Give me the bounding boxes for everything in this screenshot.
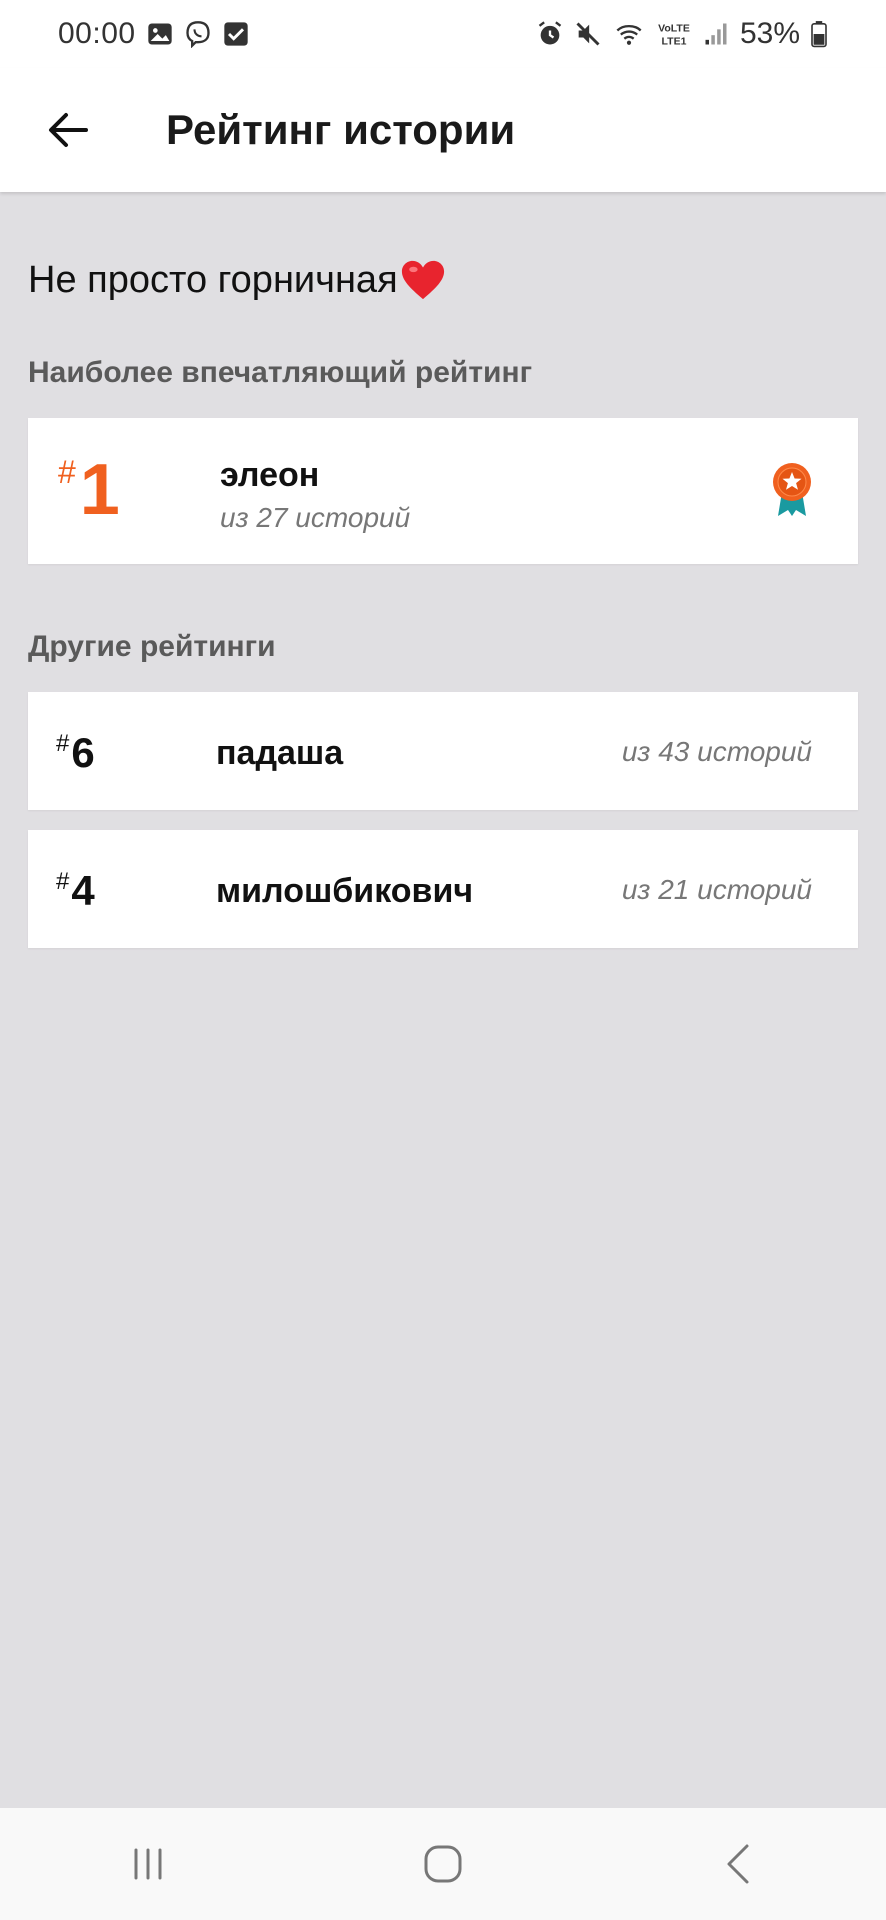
nav-back-button[interactable]	[698, 1834, 778, 1894]
top-rating-card[interactable]: # 1 элеон из 27 историй	[28, 418, 858, 564]
recent-apps-icon	[134, 1848, 162, 1880]
rank-hash: #	[58, 454, 76, 490]
svg-text:VoLTE: VoLTE	[658, 23, 690, 35]
status-bar-left: 00:00	[58, 17, 250, 51]
row-rank: # 4	[56, 870, 95, 912]
story-title-text: Не просто горничная	[28, 258, 398, 301]
rating-row[interactable]: # 6 падаша из 43 историй	[28, 692, 858, 810]
status-bar-right: VoLTE LTE1 53%	[536, 17, 828, 51]
top-rank: # 1	[58, 454, 120, 526]
mute-icon	[576, 22, 600, 46]
other-ratings-label: Другие рейтинги	[28, 630, 276, 663]
arrow-left-icon	[49, 113, 88, 147]
award-ribbon-icon	[773, 463, 811, 516]
svg-text:LTE1: LTE1	[662, 36, 687, 48]
rank-hash: #	[56, 730, 70, 757]
back-icon	[727, 1844, 749, 1884]
battery-icon	[811, 21, 827, 48]
app-bar: Рейтинг истории	[0, 68, 886, 192]
rank-number: 4	[71, 867, 95, 914]
status-bar: 00:00 VoLTE LTE1 53%	[0, 0, 886, 68]
volte-icon: VoLTE LTE1	[658, 23, 690, 48]
rating-name: падаша	[216, 734, 344, 772]
system-nav-bar	[0, 1808, 886, 1920]
rank-number: 1	[79, 450, 120, 530]
recent-apps-button[interactable]	[108, 1834, 188, 1894]
checkbox-icon	[223, 22, 248, 46]
rank-number: 6	[71, 729, 95, 776]
row-rank: # 6	[56, 732, 95, 774]
back-button[interactable]	[36, 98, 100, 162]
rating-count: из 27 историй	[220, 502, 411, 533]
gallery-icon	[147, 23, 172, 45]
status-time: 00:00	[58, 17, 136, 50]
rank-hash: #	[56, 868, 70, 895]
alarm-icon	[538, 21, 562, 45]
rating-name: элеон	[220, 456, 320, 494]
rating-count: из 21 историй	[621, 874, 812, 905]
viber-icon	[185, 21, 210, 48]
rating-count: из 43 историй	[621, 736, 812, 767]
heart-icon	[401, 260, 444, 300]
rating-name: милошбикович	[216, 872, 474, 910]
page-title: Рейтинг истории	[166, 106, 516, 153]
rating-row[interactable]: # 4 милошбикович из 21 историй	[28, 830, 858, 948]
home-icon	[424, 1845, 462, 1883]
battery-percent: 53%	[739, 17, 800, 50]
story-title: Не просто горничная	[28, 258, 446, 302]
home-button[interactable]	[403, 1834, 483, 1894]
wifi-icon	[616, 24, 642, 45]
signal-icon	[705, 23, 727, 45]
top-rating-label: Наиболее впечатляющий рейтинг	[28, 356, 533, 389]
